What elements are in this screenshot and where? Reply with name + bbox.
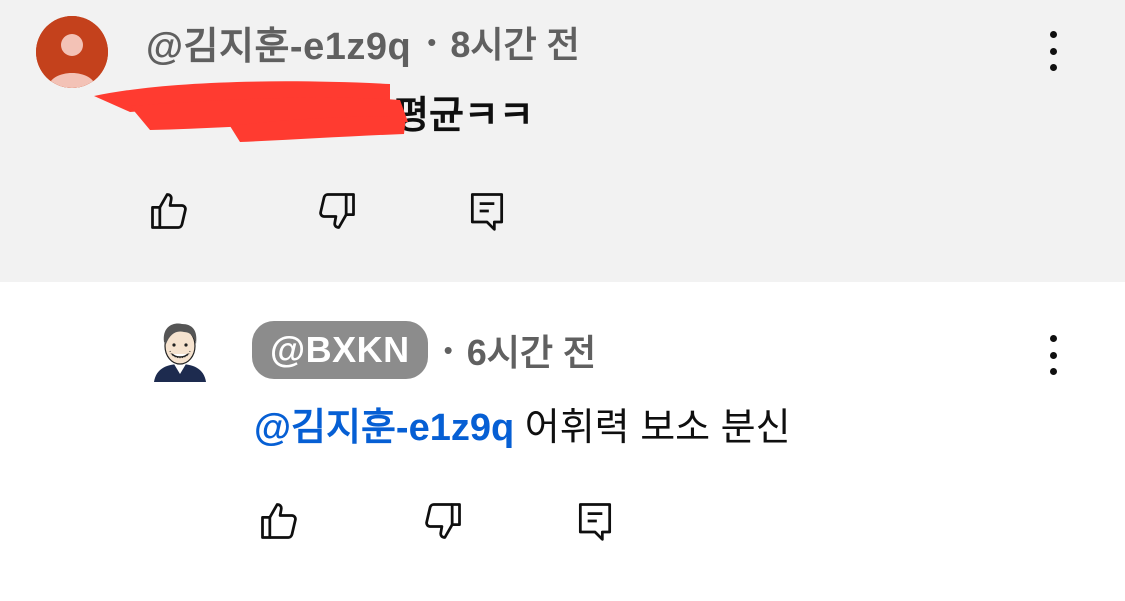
reply-button[interactable]	[572, 496, 618, 546]
cartoon-portrait-icon	[154, 323, 206, 382]
timestamp[interactable]: 8시간 전	[450, 16, 579, 68]
like-icon	[261, 503, 297, 539]
like-button[interactable]	[146, 186, 192, 236]
more-options-button[interactable]	[1043, 335, 1063, 375]
like-button[interactable]	[256, 496, 302, 546]
avatar[interactable]	[36, 16, 108, 88]
more-vertical-icon	[1049, 31, 1057, 38]
meta-separator: •	[443, 334, 453, 365]
comment-meta: @BXKN • 6시간 전	[252, 320, 596, 380]
comment-text-content: 어휘력 보소 분신	[514, 407, 791, 449]
comment-highlighted: @김지훈-e1z9q • 8시간 전 평균ㅋㅋ	[0, 0, 1125, 282]
avatar[interactable]	[150, 318, 210, 382]
author-name[interactable]: @BXKN	[252, 321, 428, 379]
dislike-button[interactable]	[420, 496, 466, 546]
author-name[interactable]: @김지훈-e1z9q	[146, 15, 411, 70]
more-vertical-icon	[1049, 335, 1057, 342]
mention-link[interactable]: @김지훈-e1z9q	[254, 407, 514, 449]
dislike-button[interactable]	[314, 186, 360, 236]
comment-meta: @김지훈-e1z9q • 8시간 전	[146, 20, 580, 68]
like-icon	[151, 193, 187, 229]
comment-text: 평균ㅋㅋ	[94, 81, 534, 142]
more-options-button[interactable]	[1043, 31, 1063, 71]
dislike-icon	[425, 503, 461, 539]
reply-button[interactable]	[464, 186, 510, 236]
dislike-icon	[319, 193, 355, 229]
default-person-icon	[36, 16, 108, 88]
comment-text: @김지훈-e1z9q 어휘력 보소 분신	[254, 396, 791, 451]
reply-icon	[578, 503, 612, 541]
meta-separator: •	[427, 26, 437, 57]
comment-reply: @BXKN • 6시간 전 @김지훈-e1z9q 어휘력 보소 분신	[0, 282, 1125, 601]
timestamp[interactable]: 6시간 전	[467, 324, 596, 376]
comment-text-tail: 평균ㅋㅋ	[394, 95, 534, 137]
redacted-text	[146, 95, 394, 138]
reply-icon	[470, 193, 504, 231]
